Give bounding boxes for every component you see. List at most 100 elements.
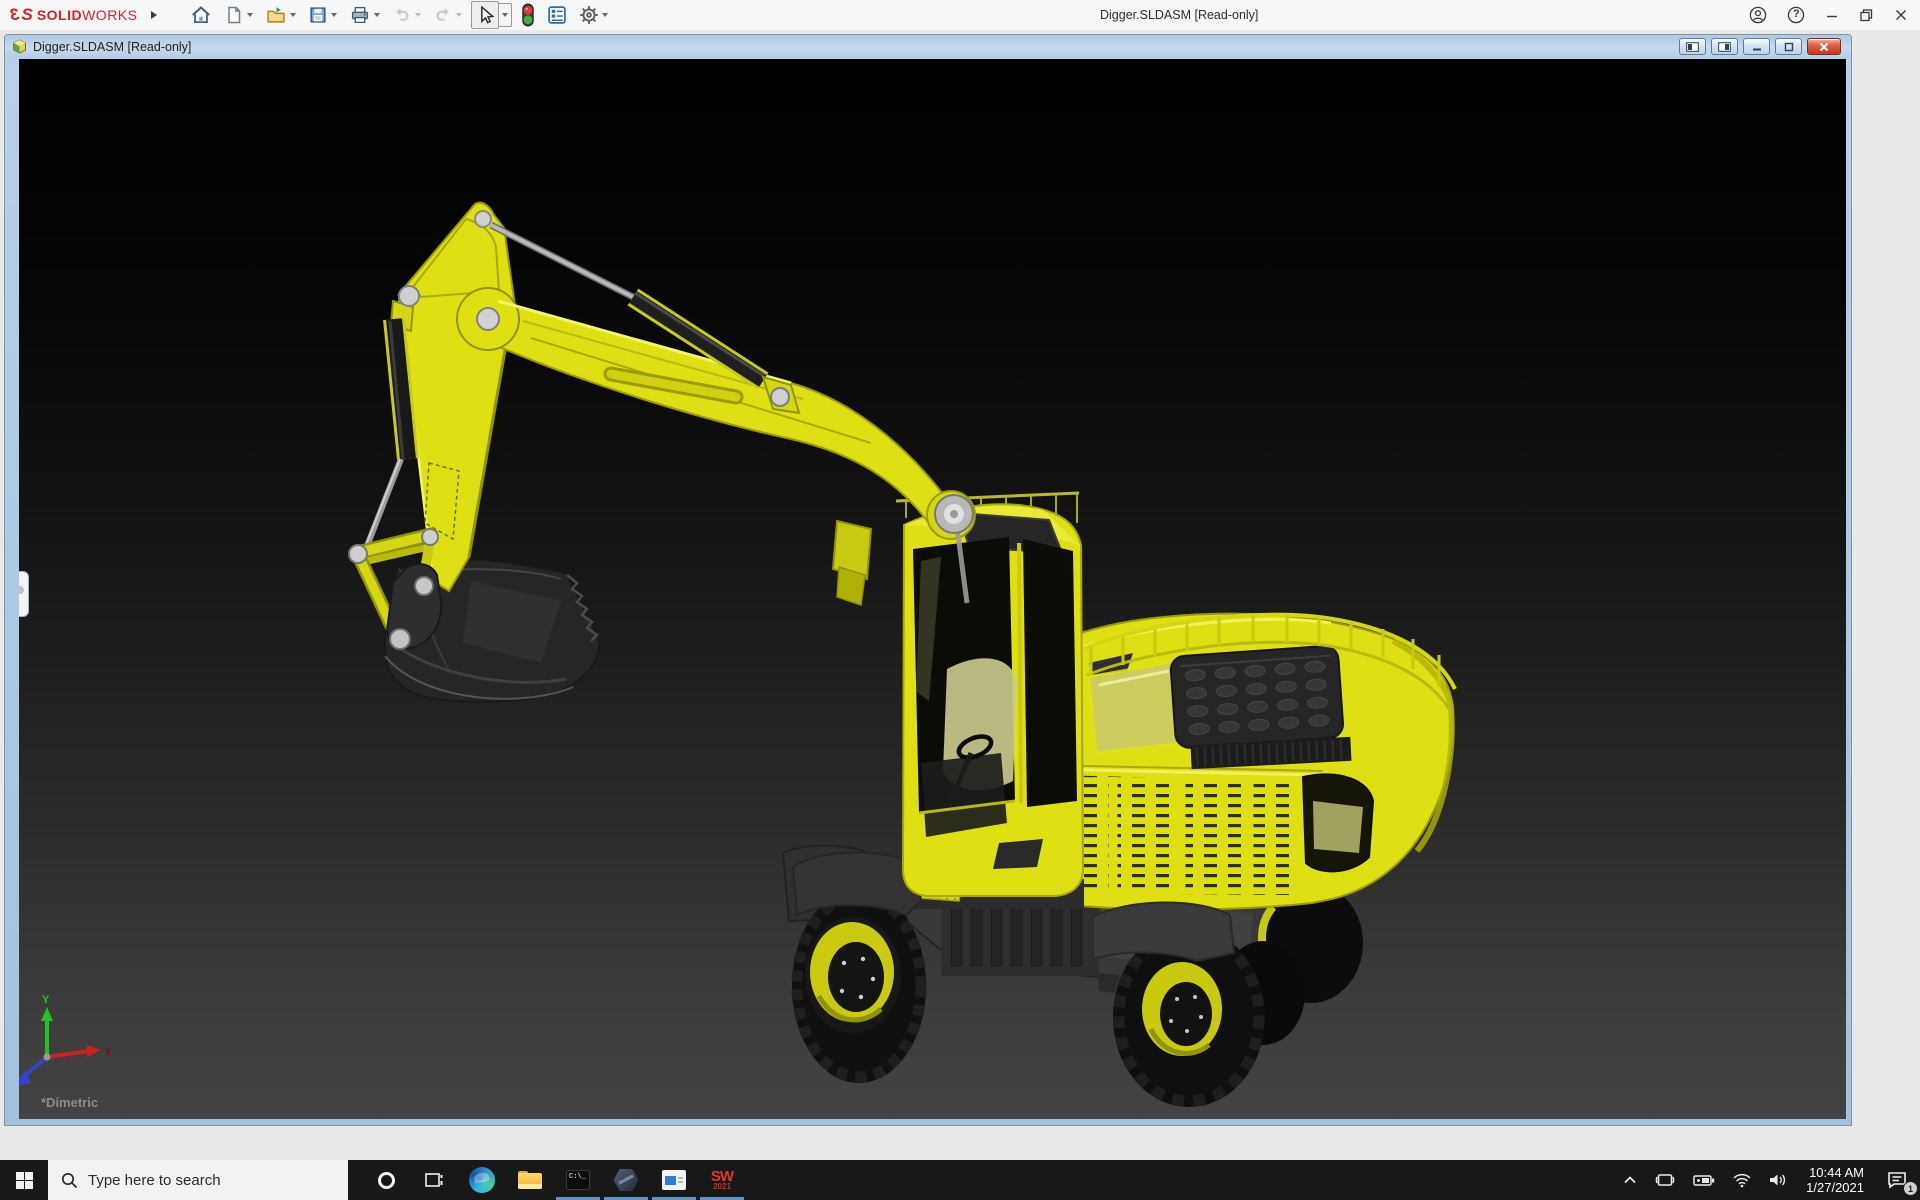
- rear-quarter-window[interactable]: [1301, 773, 1375, 873]
- deck-glass-panel[interactable]: [1087, 659, 1184, 755]
- solidworks-logo-bold: SOLID: [36, 7, 83, 23]
- doc-close-icon: [1819, 42, 1829, 51]
- taskbar-app-edge[interactable]: [458, 1160, 506, 1200]
- gear-icon: [580, 6, 599, 24]
- speaker-icon: [1770, 1174, 1786, 1186]
- tray-battery-button[interactable]: [1684, 1160, 1724, 1200]
- home-icon: [192, 6, 211, 24]
- print-dropdown[interactable]: [374, 13, 381, 17]
- menu-flyout-arrow-icon[interactable]: [151, 11, 158, 19]
- clock-time: 10:44 AM: [1809, 1165, 1864, 1180]
- battery-charging-icon: [1693, 1175, 1715, 1186]
- pane-right-button[interactable]: [1711, 38, 1738, 55]
- view-orientation-label: *Dimetric: [41, 1095, 99, 1110]
- tray-wifi-button[interactable]: [1724, 1160, 1760, 1200]
- taskbar-app-command-prompt[interactable]: C:\_: [554, 1160, 602, 1200]
- document-title: Digger.SLDASM [Read-only]: [33, 39, 192, 54]
- undo-icon: [396, 8, 409, 21]
- display-lights-button[interactable]: [518, 1, 538, 29]
- undo-button[interactable]: [389, 3, 424, 27]
- document-titlebar[interactable]: Digger.SLDASM [Read-only]: [5, 35, 1851, 58]
- new-document-button[interactable]: [221, 3, 256, 27]
- open-icon: [267, 7, 286, 23]
- new-document-dropdown[interactable]: [247, 13, 254, 17]
- taskbar-app-file-explorer[interactable]: [506, 1160, 554, 1200]
- tray-volume-button[interactable]: [1760, 1160, 1796, 1200]
- app-window-title: Digger.SLDASM [Read-only]: [1100, 8, 1259, 22]
- file-properties-icon: [548, 6, 567, 24]
- select-tool-button[interactable]: [471, 1, 500, 29]
- doc-minimize-icon: [1752, 48, 1761, 50]
- open-button[interactable]: [262, 3, 299, 27]
- print-icon: [352, 6, 369, 24]
- restore-button[interactable]: [1859, 8, 1874, 23]
- windows-taskbar: C:\_ SW 2021: [0, 1160, 1920, 1200]
- minimize-button[interactable]: [1825, 8, 1839, 22]
- search-icon: [62, 1172, 78, 1188]
- document-window: Digger.SLDASM [Read-only] Y X *Dimetric: [4, 34, 1852, 1126]
- doc-minimize-button[interactable]: [1743, 38, 1770, 55]
- cortana-icon: [377, 1171, 395, 1189]
- taskbar-clock[interactable]: 10:44 AM 1/27/2021: [1796, 1160, 1874, 1200]
- save-dropdown[interactable]: [331, 13, 338, 17]
- cab-side-window: [1023, 539, 1077, 807]
- chevron-up-icon: [1624, 1176, 1636, 1184]
- search-input[interactable]: [88, 1171, 318, 1189]
- solidworks-logo-light: WORKS: [82, 7, 138, 23]
- flyout-handle-icon: [19, 586, 24, 594]
- excavator-model[interactable]: Y X: [19, 59, 1846, 1119]
- open-dropdown[interactable]: [290, 13, 297, 17]
- help-glyph: ?: [1793, 8, 1800, 20]
- elbow-pin: [476, 307, 500, 331]
- start-button[interactable]: [0, 1160, 48, 1200]
- quick-access-toolbar: [187, 1, 611, 29]
- system-tray: 10:44 AM 1/27/2021 1: [1614, 1160, 1920, 1200]
- windows-logo-icon: [15, 1171, 33, 1189]
- bucket-linkage[interactable]: [348, 527, 443, 650]
- task-view-button[interactable]: [410, 1160, 458, 1200]
- cab[interactable]: [901, 503, 1085, 897]
- notification-center-button[interactable]: 1: [1874, 1160, 1920, 1200]
- file-properties-button[interactable]: [544, 3, 570, 27]
- front-left-wheel[interactable]: [791, 889, 927, 1083]
- close-button[interactable]: [1894, 8, 1908, 22]
- solidworks-logo: 3 S SOLID WORKS: [10, 5, 137, 25]
- pane-right-icon: [1718, 41, 1731, 52]
- cab-lower-vent: [993, 839, 1043, 869]
- print-button[interactable]: [346, 3, 383, 27]
- doc-restore-button[interactable]: [1775, 38, 1802, 55]
- graphics-viewport[interactable]: Y X *Dimetric: [19, 59, 1846, 1119]
- select-tool-dropdown[interactable]: [499, 3, 513, 27]
- options-dropdown[interactable]: [602, 13, 609, 17]
- engine-cover[interactable]: [1169, 645, 1344, 749]
- side-vent-panels[interactable]: [1051, 775, 1297, 895]
- taskbar-app-solidworks[interactable]: SW 2021: [698, 1160, 746, 1200]
- boom-trunnion-bracket[interactable]: [831, 519, 873, 606]
- taskbar-app-hexagon[interactable]: [602, 1160, 650, 1200]
- account-icon[interactable]: [1749, 6, 1767, 24]
- tray-display-button[interactable]: [1646, 1160, 1684, 1200]
- cylinder-mount-pin: [398, 285, 420, 307]
- options-button[interactable]: [576, 3, 611, 27]
- redo-button[interactable]: [430, 3, 465, 27]
- cortana-button[interactable]: [362, 1160, 410, 1200]
- home-button[interactable]: [187, 3, 215, 27]
- save-button[interactable]: [305, 3, 340, 27]
- new-document-icon: [228, 6, 241, 24]
- taskbar-app-window[interactable]: [650, 1160, 698, 1200]
- redo-icon: [437, 8, 450, 21]
- redo-dropdown[interactable]: [456, 13, 463, 17]
- featuremanager-flyout-tab[interactable]: [19, 571, 29, 617]
- boom-cylinder[interactable]: [364, 299, 419, 548]
- solidworks-icon: SW 2021: [711, 1169, 734, 1191]
- front-fender: [791, 851, 923, 917]
- solidworks-logo-s: S: [21, 5, 33, 24]
- doc-close-button[interactable]: [1807, 38, 1841, 55]
- undo-dropdown[interactable]: [415, 13, 422, 17]
- taskbar-search[interactable]: [48, 1160, 348, 1200]
- triad-y-label: Y: [42, 994, 50, 1006]
- help-button[interactable]: ?: [1787, 6, 1805, 24]
- apex-pin: [474, 210, 492, 228]
- tray-chevron-button[interactable]: [1614, 1160, 1646, 1200]
- pane-left-button[interactable]: [1679, 38, 1706, 55]
